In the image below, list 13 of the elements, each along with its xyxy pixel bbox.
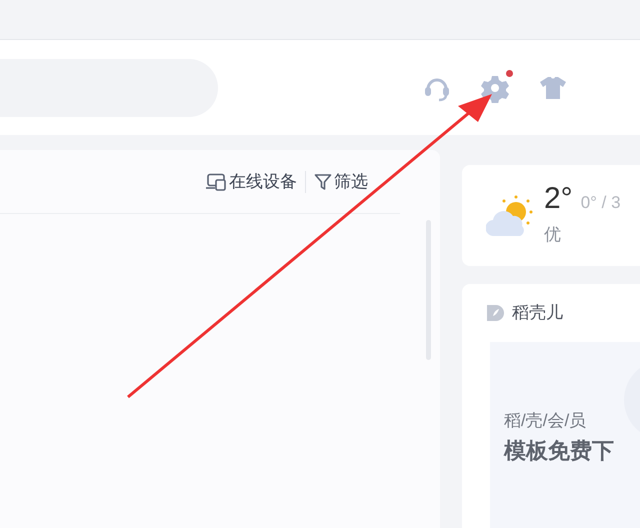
temperature: 2° [544,184,573,214]
temperature-range: 0° / 3 [580,192,621,214]
device-icon [205,172,227,190]
air-quality: 优 [544,224,562,246]
logo-icon [486,304,504,322]
filter-icon [314,172,332,190]
toolbar-button[interactable]: 在线设备 [205,168,297,194]
card-title: 稻壳儿 [512,302,563,324]
sun-cloud-icon [486,194,534,238]
promo-headline: 模板免费下 [504,436,615,464]
promo-banner[interactable]: 稻/壳/会/员 模板免费下 [490,342,640,528]
promo-tagline: 稻/壳/会/员 [504,410,588,432]
toolbar-button[interactable]: 筛选 [314,168,368,194]
